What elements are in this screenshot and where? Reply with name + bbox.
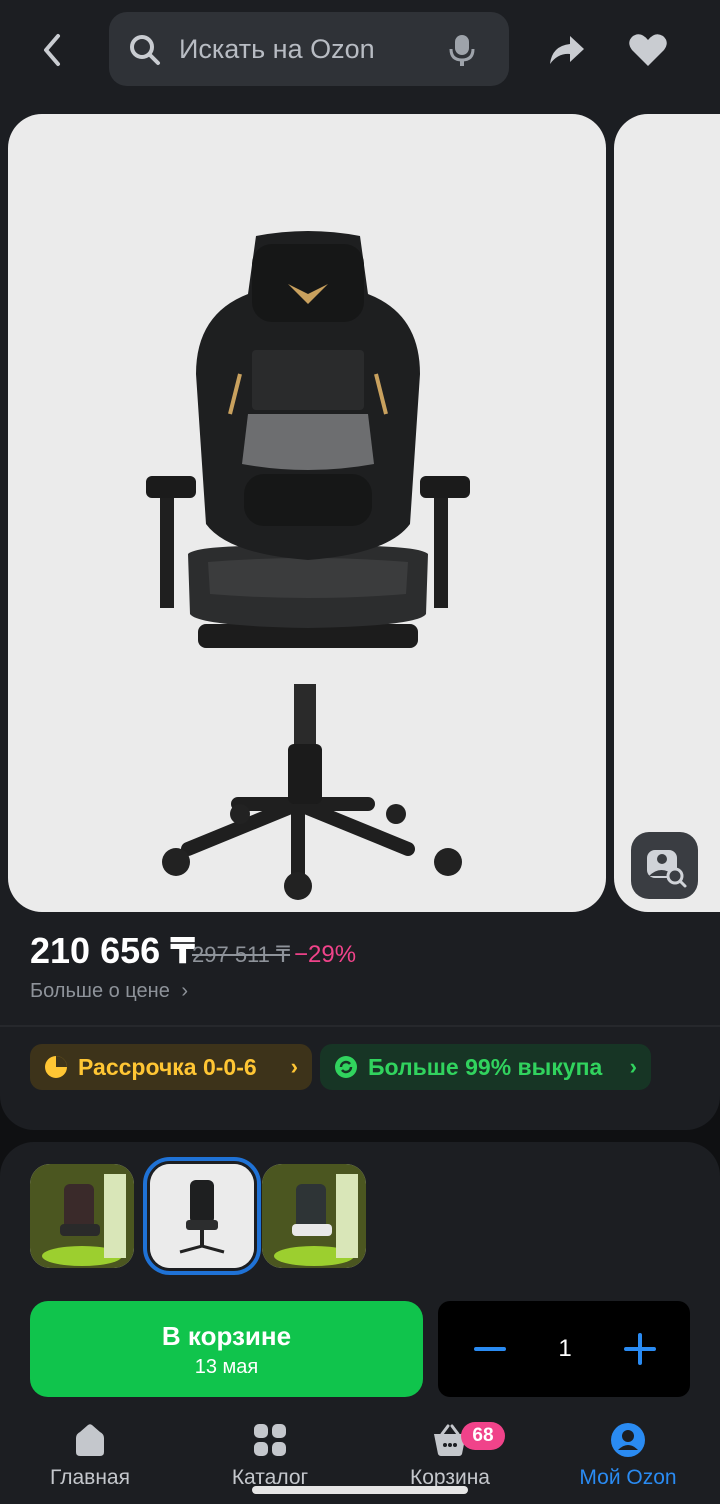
chevron-left-icon bbox=[44, 34, 60, 66]
share-button[interactable] bbox=[544, 28, 588, 72]
installment-label: Рассрочка 0-0-6 bbox=[78, 1053, 257, 1080]
installment-badge[interactable]: Рассрочка 0-0-6 › bbox=[30, 1044, 312, 1090]
chevron-right-icon: › bbox=[181, 980, 189, 1002]
product-image-next[interactable] bbox=[614, 114, 720, 912]
search-input[interactable]: Искать на Ozon bbox=[179, 34, 375, 65]
quantity-value: 1 bbox=[558, 1335, 572, 1362]
in-cart-button[interactable]: В корзине 13 мая bbox=[30, 1301, 423, 1397]
nav-my-ozon[interactable]: Мой Ozon bbox=[558, 1422, 698, 1490]
heart-icon bbox=[629, 34, 667, 66]
minus-icon[interactable] bbox=[470, 1329, 510, 1369]
thumbnail[interactable] bbox=[30, 1164, 134, 1268]
buyout-badge[interactable]: Больше 99% выкупа › bbox=[320, 1044, 651, 1090]
chevron-right-icon: › bbox=[290, 1054, 298, 1079]
home-indicator bbox=[252, 1486, 468, 1494]
grid-icon bbox=[254, 1424, 286, 1456]
share-icon bbox=[550, 36, 584, 64]
search-bar[interactable]: Искать на Ozon bbox=[109, 12, 509, 86]
favorite-button[interactable] bbox=[626, 28, 670, 72]
more-about-price-link[interactable]: Больше о цене › bbox=[30, 980, 188, 1003]
old-price: 297 511 ₸ bbox=[192, 942, 291, 967]
cart-count-badge: 68 bbox=[461, 1422, 505, 1450]
more-about-price-label: Больше о цене bbox=[30, 980, 170, 1002]
thumbnail-image bbox=[150, 1164, 254, 1268]
user-icon bbox=[611, 1423, 645, 1457]
delivery-date: 13 мая bbox=[194, 1356, 259, 1378]
chevron-right-icon: › bbox=[629, 1054, 637, 1079]
thumbnail-image bbox=[262, 1164, 366, 1268]
quantity-stepper[interactable]: 1 bbox=[438, 1301, 690, 1397]
nav-my-ozon-label: Мой Ozon bbox=[579, 1466, 677, 1489]
divider bbox=[0, 1025, 720, 1027]
refresh-icon bbox=[335, 1056, 357, 1078]
nav-home-label: Главная bbox=[50, 1466, 130, 1489]
thumbnail-selected[interactable] bbox=[143, 1157, 261, 1275]
current-price: 210 656 ₸ bbox=[30, 930, 196, 971]
thumbnail[interactable] bbox=[262, 1164, 366, 1268]
thumbnail-image bbox=[30, 1164, 134, 1268]
image-search-icon bbox=[647, 850, 687, 888]
nav-catalog[interactable]: Каталог bbox=[200, 1422, 340, 1490]
buyout-label: Больше 99% выкупа bbox=[368, 1053, 603, 1080]
discount-percent: −29% bbox=[294, 941, 357, 968]
gaming-chair-image bbox=[146, 231, 470, 900]
microphone-icon[interactable] bbox=[447, 34, 477, 66]
visual-search-button[interactable] bbox=[631, 832, 698, 899]
in-cart-label: В корзине bbox=[161, 1321, 292, 1351]
nav-home[interactable]: Главная bbox=[20, 1422, 160, 1490]
pie-chart-icon bbox=[45, 1056, 67, 1078]
search-icon bbox=[130, 35, 160, 65]
plus-icon[interactable] bbox=[620, 1329, 660, 1369]
product-image-main[interactable] bbox=[8, 114, 606, 912]
back-button[interactable] bbox=[30, 28, 74, 72]
home-icon bbox=[76, 1424, 104, 1456]
